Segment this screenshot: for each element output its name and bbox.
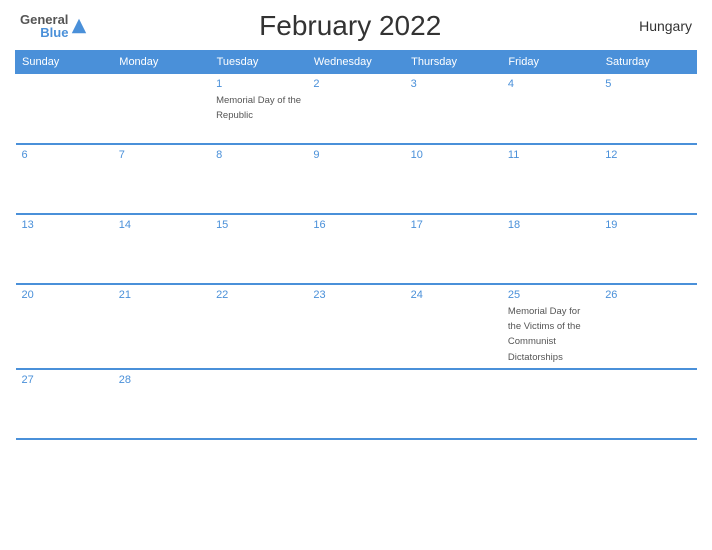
- day-number: 15: [216, 219, 301, 231]
- calendar-cell: [16, 74, 113, 144]
- event-text: Memorial Day of the Republic: [216, 95, 301, 121]
- header-sunday: Sunday: [16, 51, 113, 74]
- day-number: 20: [22, 289, 107, 301]
- calendar-cell: 7: [113, 144, 210, 214]
- day-number: 2: [313, 78, 398, 90]
- calendar-week-row: 1 Memorial Day of the Republic 2 345: [16, 74, 697, 144]
- header-thursday: Thursday: [405, 51, 502, 74]
- logo-blue-text: Blue: [40, 26, 68, 39]
- header-wednesday: Wednesday: [307, 51, 404, 74]
- day-number: 17: [411, 219, 496, 231]
- logo: General Blue: [20, 13, 88, 39]
- calendar-cell: 8: [210, 144, 307, 214]
- event-text: Memorial Day for the Victims of the Comm…: [508, 306, 581, 363]
- day-number: 28: [119, 374, 204, 386]
- day-number: 18: [508, 219, 593, 231]
- calendar-cell: 17: [405, 214, 502, 284]
- calendar-cell: 14: [113, 214, 210, 284]
- calendar-cell: 13: [16, 214, 113, 284]
- calendar-week-row: 27 28: [16, 369, 697, 439]
- day-number: 1: [216, 78, 301, 90]
- calendar-cell: 21: [113, 284, 210, 369]
- header: General Blue February 2022 Hungary: [15, 10, 697, 42]
- calendar-cell: 16: [307, 214, 404, 284]
- day-number: 4: [508, 78, 593, 90]
- calendar-cell: [210, 369, 307, 439]
- calendar-cell: [599, 369, 696, 439]
- calendar-cell: [502, 369, 599, 439]
- calendar-cell: 11: [502, 144, 599, 214]
- header-tuesday: Tuesday: [210, 51, 307, 74]
- calendar-cell: 27: [16, 369, 113, 439]
- day-number: 9: [313, 149, 398, 161]
- day-number: 11: [508, 149, 593, 161]
- day-number: 3: [411, 78, 496, 90]
- day-number: 7: [119, 149, 204, 161]
- logo-icon: [70, 17, 88, 35]
- calendar-cell: [113, 74, 210, 144]
- day-number: 16: [313, 219, 398, 231]
- calendar-week-row: 20 21 22 23 24 25 Memorial Day for the Victims…: [16, 284, 697, 369]
- calendar-cell: 2: [307, 74, 404, 144]
- calendar-cell: 25 Memorial Day for the Victims of the Co…: [502, 284, 599, 369]
- day-number: 26: [605, 289, 690, 301]
- calendar-cell: 3: [405, 74, 502, 144]
- country-label: Hungary: [612, 18, 692, 34]
- calendar-cell: 24: [405, 284, 502, 369]
- calendar-cell: 19: [599, 214, 696, 284]
- day-number: 12: [605, 149, 690, 161]
- calendar-week-row: 6789 10 11 12: [16, 144, 697, 214]
- day-number: 24: [411, 289, 496, 301]
- day-number: 8: [216, 149, 301, 161]
- day-number: 22: [216, 289, 301, 301]
- day-number: 21: [119, 289, 204, 301]
- calendar-cell: 28: [113, 369, 210, 439]
- calendar-table: Sunday Monday Tuesday Wednesday Thursday…: [15, 50, 697, 440]
- day-number: 27: [22, 374, 107, 386]
- calendar-cell: 4: [502, 74, 599, 144]
- day-number: 5: [605, 78, 690, 90]
- header-saturday: Saturday: [599, 51, 696, 74]
- calendar-week-row: 13 14 15 16 17 18 19: [16, 214, 697, 284]
- header-monday: Monday: [113, 51, 210, 74]
- calendar-cell: 15: [210, 214, 307, 284]
- header-friday: Friday: [502, 51, 599, 74]
- calendar-cell: 20: [16, 284, 113, 369]
- calendar-cell: 18: [502, 214, 599, 284]
- calendar-cell: 9: [307, 144, 404, 214]
- calendar-cell: 23: [307, 284, 404, 369]
- day-number: 25: [508, 289, 593, 301]
- calendar-cell: 10: [405, 144, 502, 214]
- calendar-cell: 12: [599, 144, 696, 214]
- weekday-header-row: Sunday Monday Tuesday Wednesday Thursday…: [16, 51, 697, 74]
- calendar-cell: 1 Memorial Day of the Republic: [210, 74, 307, 144]
- day-number: 10: [411, 149, 496, 161]
- day-number: 14: [119, 219, 204, 231]
- day-number: 19: [605, 219, 690, 231]
- day-number: 13: [22, 219, 107, 231]
- calendar-cell: 22: [210, 284, 307, 369]
- day-number: 23: [313, 289, 398, 301]
- calendar-cell: 26: [599, 284, 696, 369]
- calendar-cell: [307, 369, 404, 439]
- day-number: 6: [22, 149, 107, 161]
- calendar-cell: [405, 369, 502, 439]
- calendar-cell: 5: [599, 74, 696, 144]
- calendar-page: General Blue February 2022 Hungary Sunda…: [0, 0, 712, 550]
- page-title: February 2022: [88, 10, 612, 42]
- calendar-cell: 6: [16, 144, 113, 214]
